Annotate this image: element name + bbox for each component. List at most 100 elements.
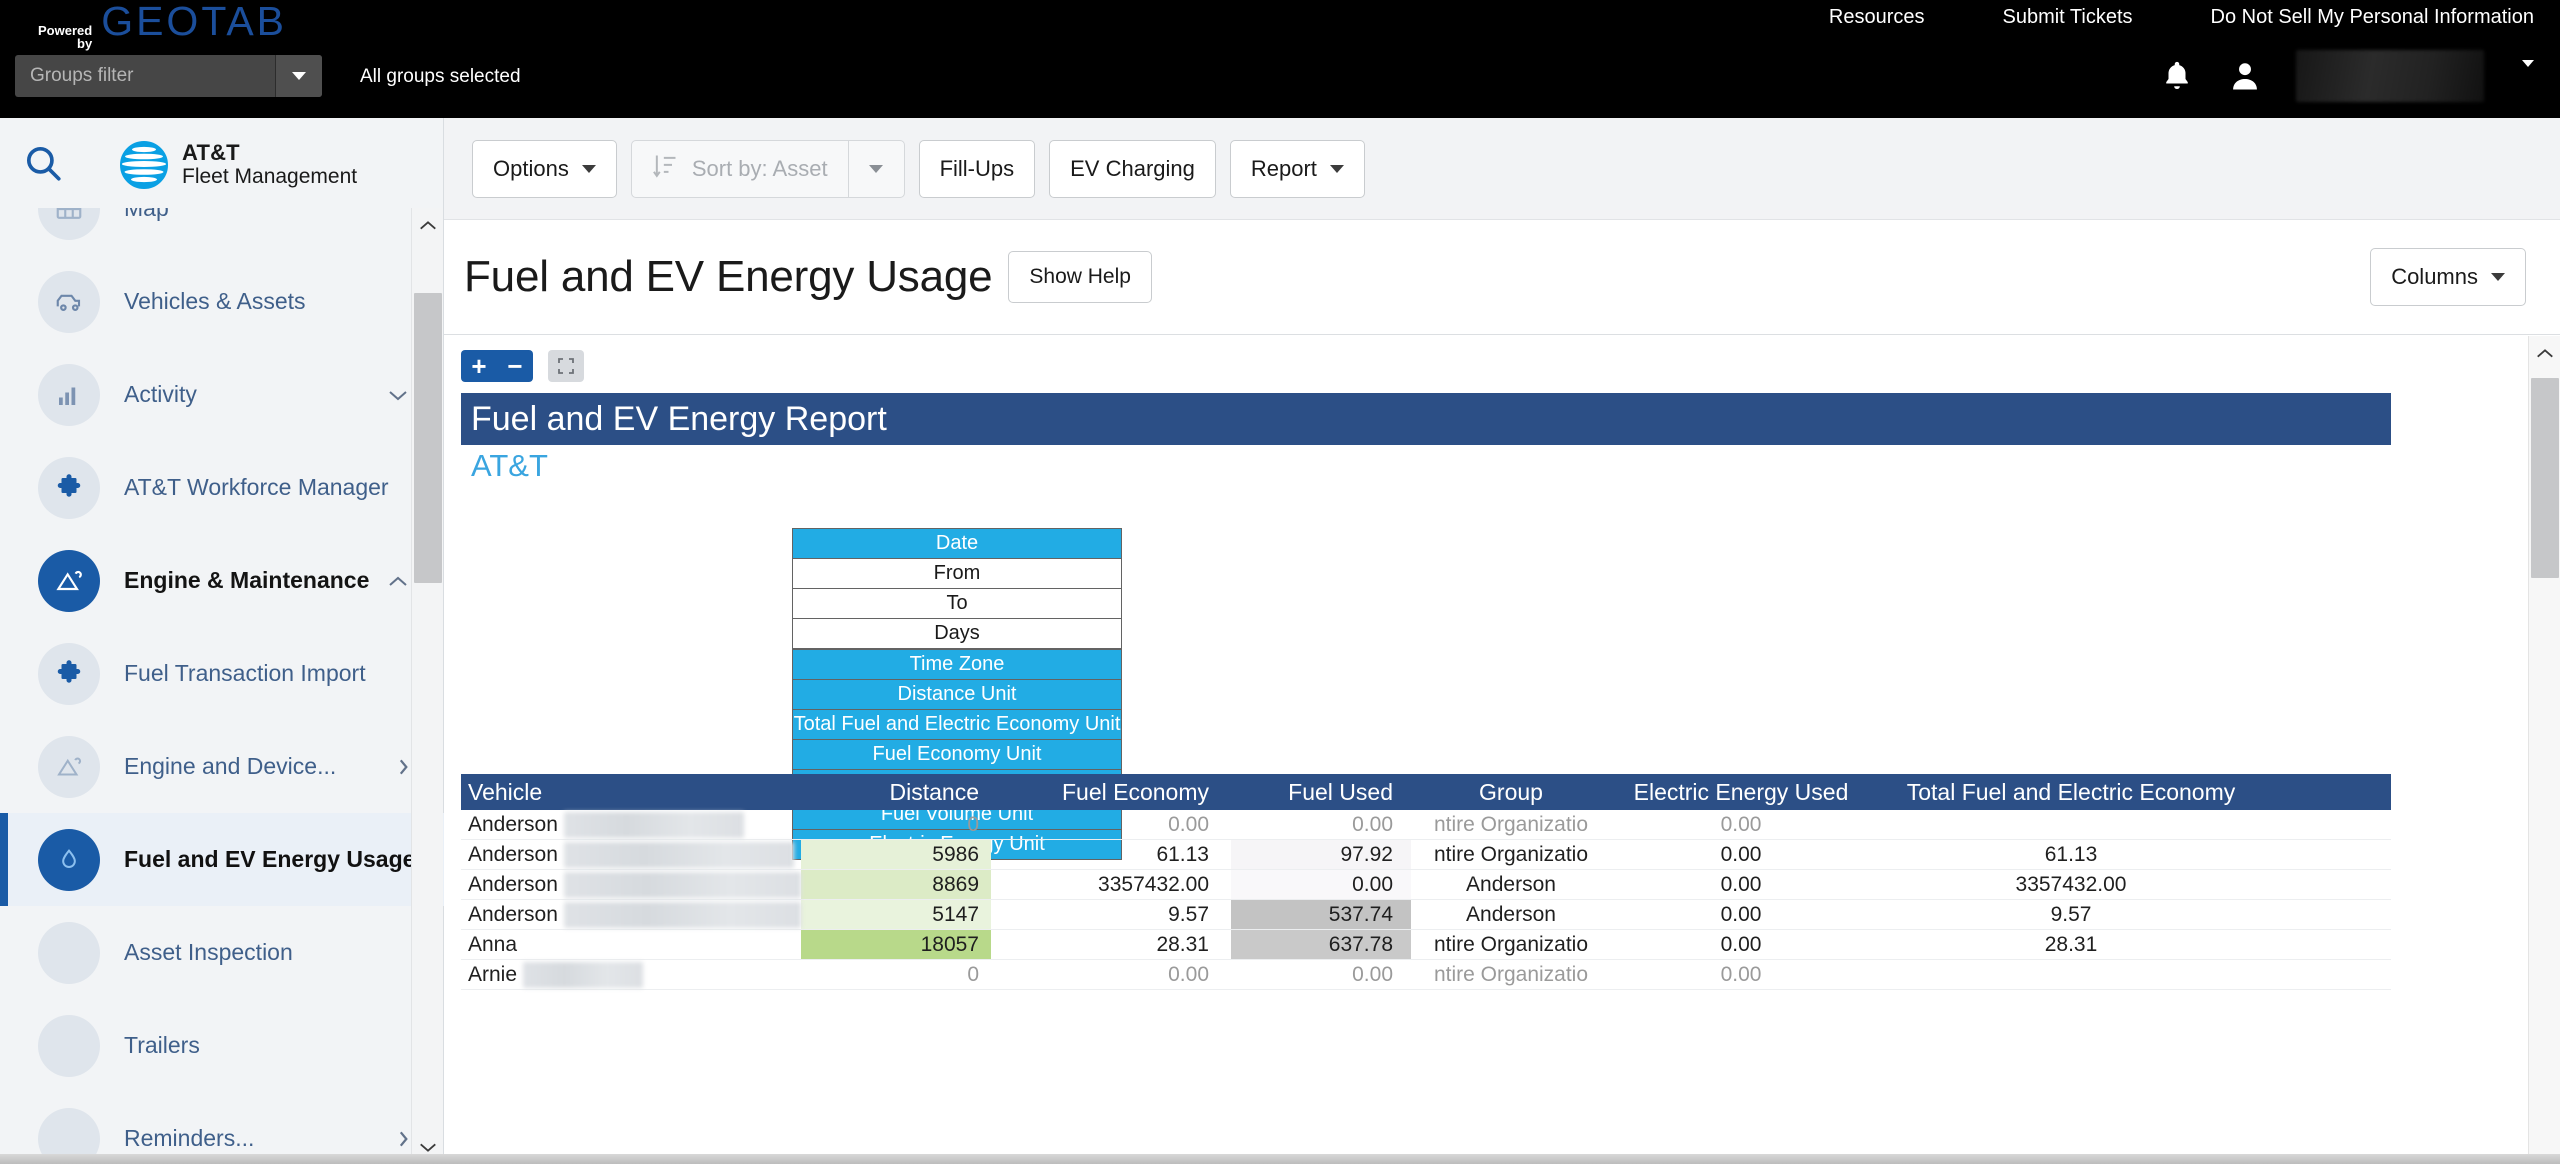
- report-scrollbar[interactable]: [2528, 336, 2560, 1164]
- page-title: Fuel and EV Energy Usage: [464, 252, 993, 301]
- cell-vehicle: Anderson: [461, 840, 801, 869]
- groups-filter[interactable]: [15, 55, 322, 97]
- chevron-right-icon[interactable]: [396, 1129, 410, 1149]
- cell-fuel-economy: 61.13: [1156, 842, 1209, 866]
- date-from-label: From: [792, 558, 1122, 589]
- chevron-down-icon: [581, 164, 596, 173]
- top-link-resources[interactable]: Resources: [1829, 6, 1925, 29]
- window-bottom-edge: [0, 1154, 2560, 1164]
- cell-total-fuel-and-electric-economy: 28.31: [2044, 932, 2098, 956]
- sidebar-item-engine-and-device[interactable]: Engine and Device...: [0, 720, 444, 813]
- search-icon[interactable]: [22, 142, 64, 189]
- sidebar-item-asset-inspection[interactable]: Asset Inspection: [0, 906, 444, 999]
- att-globe-icon: [120, 140, 168, 189]
- table-row[interactable]: Anderson 5147 9.57 537.74 Anderson 0.00 9.57: [461, 900, 2391, 930]
- cell-vehicle: Anderson: [461, 900, 801, 929]
- column-header-electric-energy-used[interactable]: Electric Energy Used: [1611, 779, 1871, 806]
- report-label: Report: [1250, 155, 1317, 181]
- sidebar-nav-list: Map Vehicles & Assets Activity AT&T Work…: [0, 208, 444, 1164]
- top-link-submit-tickets[interactable]: Submit Tickets: [2002, 6, 2132, 29]
- column-header-total-fuel-and-electric-economy[interactable]: Total Fuel and Electric Economy: [1871, 779, 2271, 806]
- chevron-right-icon[interactable]: [396, 757, 410, 777]
- cell-fuel-used: 97.92: [1231, 840, 1411, 869]
- bell-icon[interactable]: [2160, 58, 2194, 94]
- cell-group: ntire Organizatio: [1433, 842, 1589, 866]
- groups-filter-dropdown-button[interactable]: [275, 55, 322, 97]
- show-help-label: Show Help: [1029, 265, 1131, 288]
- zoom-out-button[interactable]: −: [497, 350, 533, 382]
- fit-to-screen-icon[interactable]: [548, 350, 584, 382]
- vehicle-name: Anderson: [468, 842, 558, 866]
- cell-electric-energy-used: 0.00: [1720, 962, 1762, 986]
- column-header-distance[interactable]: Distance: [801, 779, 991, 806]
- table-row[interactable]: Anderson 8869 3357432.00 0.00 Anderson 0.00 33…: [461, 870, 2391, 900]
- sidebar-scrollbar[interactable]: [411, 208, 443, 1164]
- groups-filter-input[interactable]: [15, 55, 275, 97]
- sidebar-item-label: Engine and Device...: [124, 753, 337, 779]
- sidebar-item-trailers[interactable]: Trailers: [0, 999, 444, 1092]
- table-row[interactable]: Anna 18057 28.31 637.78 ntire Organizatio 0.0…: [461, 930, 2391, 960]
- top-link-do-not-sell[interactable]: Do Not Sell My Personal Information: [2211, 6, 2534, 29]
- sort-ascending-icon: [652, 152, 678, 186]
- scrollbar-thumb[interactable]: [414, 293, 442, 583]
- vehicle-name: Arnie: [468, 962, 518, 986]
- table-row[interactable]: Arnie 0 0.00 0.00 ntire Organizatio 0.00: [461, 960, 2391, 990]
- blank-icon: [38, 921, 100, 984]
- chevron-down-icon: [1329, 164, 1344, 173]
- sort-by-button[interactable]: Sort by: Asset: [632, 141, 848, 197]
- cell-group: ntire Organizatio: [1433, 812, 1589, 836]
- sort-by-control[interactable]: Sort by: Asset: [630, 139, 905, 198]
- fill-ups-label: Fill-Ups: [939, 155, 1015, 181]
- scroll-up-icon[interactable]: [2529, 336, 2560, 370]
- chevron-down-icon: [2491, 273, 2505, 281]
- powered-by-text: Powered by: [38, 21, 92, 50]
- chevron-down-icon: [869, 164, 884, 173]
- user-menu-chevron-down-icon[interactable]: [2522, 60, 2534, 85]
- date-days-label: Days: [792, 618, 1122, 649]
- columns-button[interactable]: Columns: [2370, 248, 2526, 306]
- user-avatar-icon[interactable]: [2228, 58, 2262, 94]
- att-fleet-management-logo: AT&T Fleet Management: [120, 140, 357, 189]
- sidebar-item-vehicles-assets[interactable]: Vehicles & Assets: [0, 255, 444, 348]
- ev-charging-label: EV Charging: [1070, 155, 1195, 181]
- sidebar-item-workforce-manager[interactable]: AT&T Workforce Manager: [0, 441, 444, 534]
- show-help-button[interactable]: Show Help: [1008, 251, 1152, 303]
- scroll-up-icon[interactable]: [412, 208, 444, 242]
- report-title-bar: Fuel and EV Energy Report: [461, 393, 2391, 445]
- column-header-fuel-economy[interactable]: Fuel Economy: [991, 779, 1231, 806]
- column-header-fuel-used[interactable]: Fuel Used: [1231, 779, 1411, 806]
- chevron-up-icon[interactable]: [386, 573, 410, 589]
- sidebar-item-activity[interactable]: Activity: [0, 348, 444, 441]
- activity-chart-icon: [38, 363, 100, 426]
- cell-fuel-used: 0.00: [1231, 870, 1411, 899]
- sidebar-item-fuel-transaction-import[interactable]: Fuel Transaction Import: [0, 627, 444, 720]
- report-subtitle: AT&T: [471, 448, 548, 483]
- geotab-wordmark: GEOTAB: [101, 0, 288, 44]
- puzzle-icon: [38, 456, 100, 519]
- top-right-controls: [2160, 50, 2534, 102]
- zoom-in-button[interactable]: +: [461, 350, 497, 382]
- cell-fuel-economy: 3357432.00: [1098, 872, 1209, 896]
- options-button[interactable]: Options: [472, 139, 617, 198]
- report-button[interactable]: Report: [1229, 139, 1365, 198]
- vehicle-name: Anderson: [468, 902, 558, 926]
- date-table-header: Date: [792, 528, 1122, 559]
- cell-electric-energy-used: 0.00: [1720, 812, 1762, 836]
- chevron-down-icon[interactable]: [386, 387, 410, 403]
- sidebar-item-fuel-and-ev-energy-usage[interactable]: Fuel and EV Energy Usage: [0, 813, 444, 906]
- cell-distance: 5986: [801, 840, 991, 869]
- sidebar-item-label: Map: [124, 208, 169, 221]
- sidebar-item-engine-maintenance[interactable]: Engine & Maintenance: [0, 534, 444, 627]
- ev-charging-button[interactable]: EV Charging: [1049, 139, 1216, 198]
- scrollbar-thumb[interactable]: [2531, 378, 2559, 578]
- column-header-vehicle[interactable]: Vehicle: [461, 779, 801, 806]
- vehicle-name-redacted: [563, 871, 801, 898]
- column-header-group[interactable]: Group: [1411, 779, 1611, 806]
- fill-ups-button[interactable]: Fill-Ups: [918, 139, 1036, 198]
- sort-by-dropdown-button[interactable]: [847, 140, 904, 197]
- sidebar-item-map[interactable]: Map: [0, 208, 444, 255]
- cell-distance: 18057: [801, 930, 991, 959]
- report-zoom-controls: + −: [461, 350, 584, 382]
- table-row[interactable]: Anderson 0 0.00 0.00 ntire Organizatio 0.00: [461, 810, 2391, 840]
- table-row[interactable]: Anderson 5986 61.13 97.92 ntire Organizatio 0…: [461, 840, 2391, 870]
